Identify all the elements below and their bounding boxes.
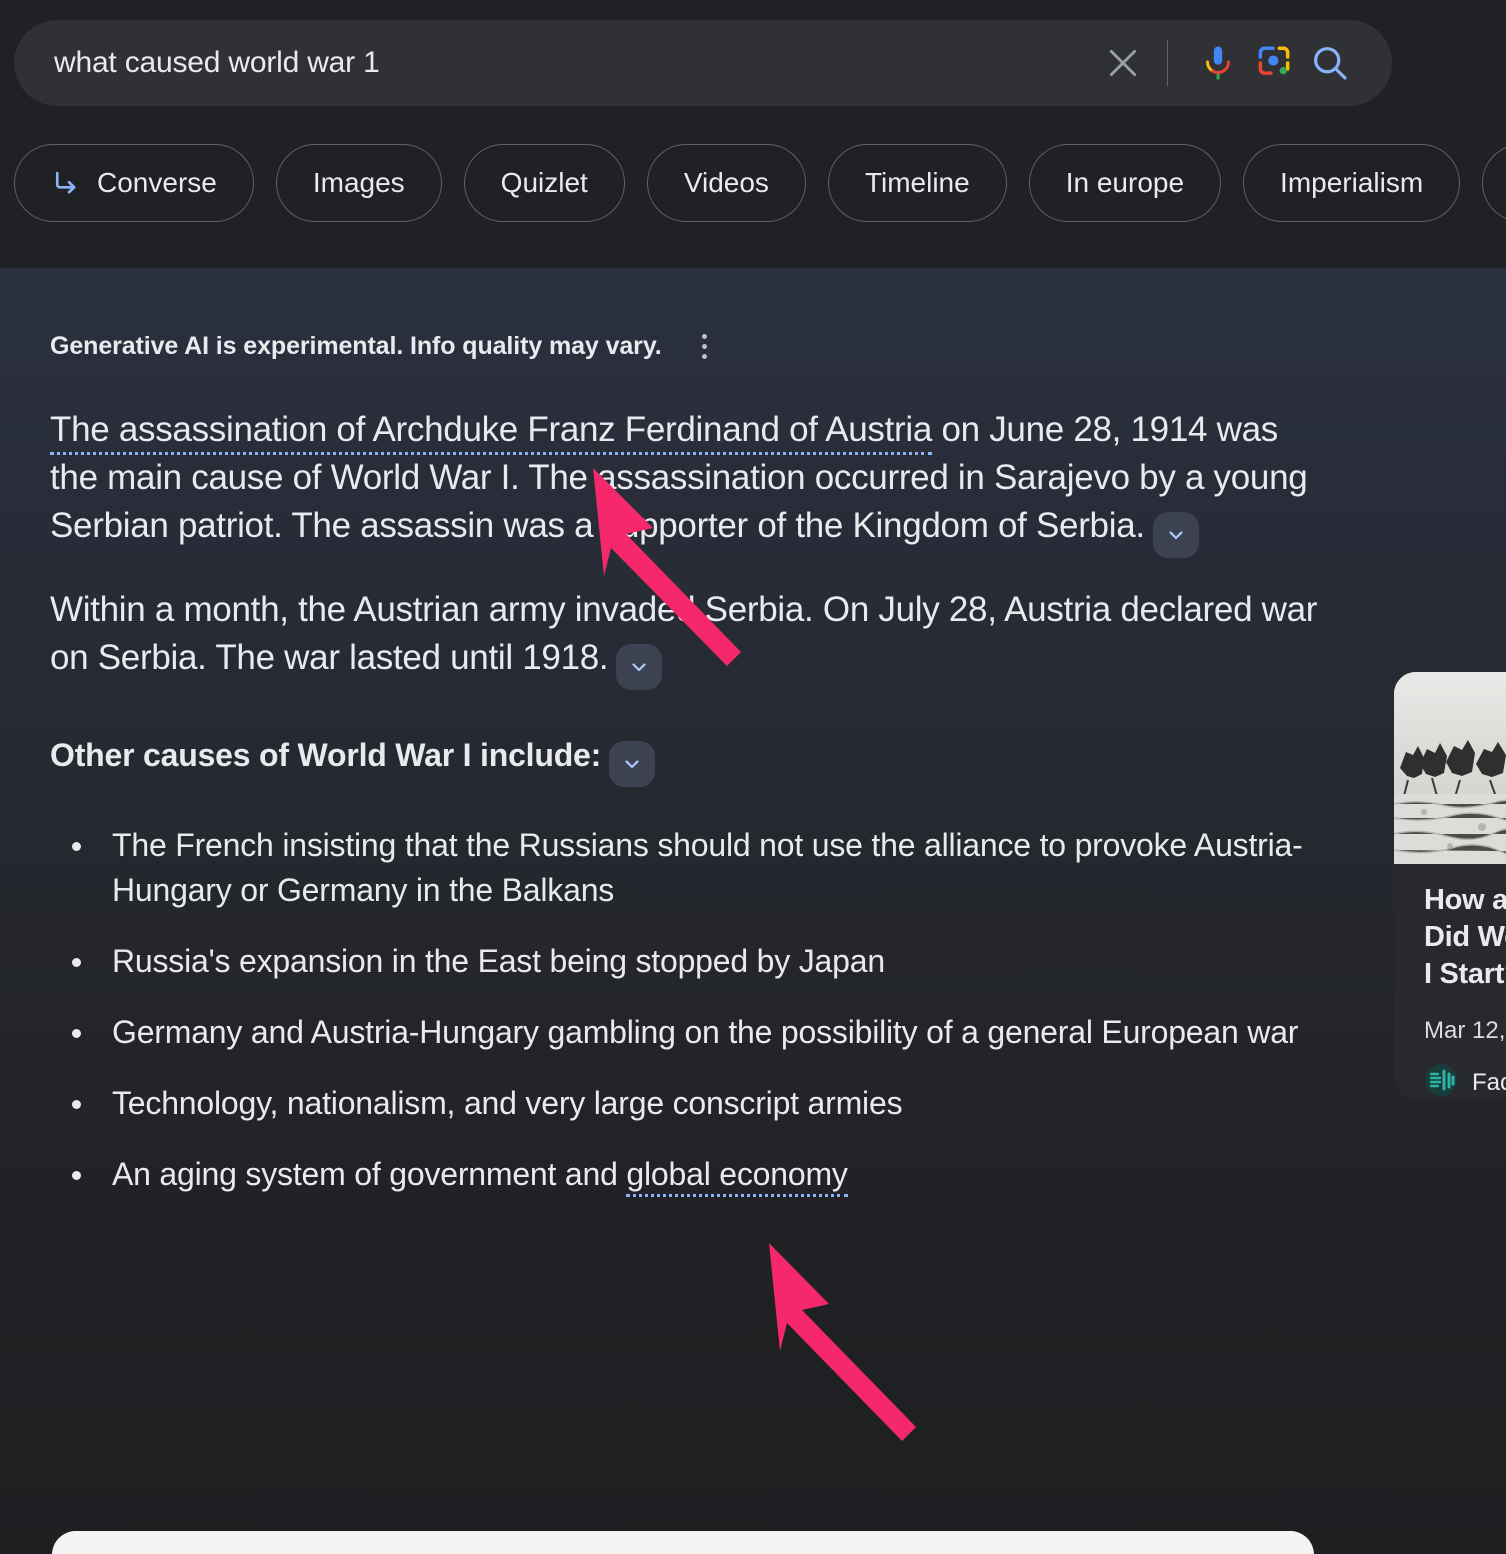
disclaimer-text: Generative AI is experimental. Info qual… bbox=[50, 332, 662, 360]
chip-imperialism[interactable]: Imperialism bbox=[1243, 144, 1461, 222]
ai-subheading: Other causes of World War I include: bbox=[50, 732, 1330, 787]
news-card-date: Mar 12, bbox=[1424, 1017, 1506, 1044]
global-economy-link[interactable]: global economy bbox=[626, 1156, 848, 1197]
ai-paragraph-2: Within a month, the Austrian army invade… bbox=[50, 586, 1330, 690]
ai-paragraph-1-link[interactable]: The assassination of Archduke Franz Ferd… bbox=[50, 410, 932, 455]
search-input[interactable] bbox=[14, 46, 1095, 80]
chip-label: In europe bbox=[1065, 167, 1185, 198]
list-item-text: Russia's expansion in the East being sto… bbox=[112, 943, 885, 979]
related-news-card[interactable]: How a Did We I Start? Mar 12, bbox=[1394, 672, 1506, 1099]
list-item: Germany and Austria-Hungary gambling on … bbox=[56, 1010, 1330, 1055]
ai-answer-body: The assassination of Archduke Franz Ferd… bbox=[50, 406, 1330, 1223]
chip-quizlet[interactable]: Quizlet bbox=[463, 144, 625, 222]
facts-logo-icon bbox=[1424, 1063, 1458, 1099]
expand-paragraph-2-button[interactable] bbox=[616, 644, 663, 690]
list-item-text: Germany and Austria-Hungary gambling on … bbox=[112, 1014, 1299, 1050]
more-options-icon[interactable] bbox=[698, 330, 711, 363]
chip-label: Images bbox=[312, 167, 405, 198]
chip-label: Converse bbox=[97, 167, 217, 198]
microphone-icon[interactable] bbox=[1190, 35, 1246, 91]
clear-icon[interactable] bbox=[1095, 35, 1151, 91]
news-title-line-1: How a bbox=[1424, 884, 1506, 916]
news-card-source: Fac bbox=[1424, 1063, 1506, 1099]
chip-label: Timeline bbox=[864, 167, 970, 198]
news-title-line-3: I Start? bbox=[1424, 958, 1506, 990]
ai-subheading-text: Other causes of World War I include: bbox=[50, 737, 602, 773]
search-bar-actions bbox=[1095, 20, 1392, 106]
search-bar[interactable] bbox=[14, 20, 1392, 106]
generative-ai-disclaimer: Generative AI is experimental. Info qual… bbox=[50, 330, 711, 363]
list-item: The French insisting that the Russians s… bbox=[56, 823, 1330, 913]
news-card-title: How a Did We I Start? bbox=[1424, 882, 1506, 993]
google-lens-icon[interactable] bbox=[1246, 35, 1302, 91]
filter-chips-row[interactable]: Converse Images Quizlet Videos Timeline … bbox=[0, 142, 1506, 224]
news-source-name: Fac bbox=[1472, 1068, 1506, 1096]
list-item-text: The French insisting that the Russians s… bbox=[112, 827, 1303, 908]
ai-paragraph-1: The assassination of Archduke Franz Ferd… bbox=[50, 406, 1330, 558]
list-item-text: An aging system of government and bbox=[112, 1156, 627, 1192]
chip-converse[interactable]: Converse bbox=[14, 144, 254, 222]
list-item-text: Technology, nationalism, and very large … bbox=[112, 1085, 903, 1121]
chip-images[interactable]: Images bbox=[275, 144, 442, 222]
chip-in-europe[interactable]: In europe bbox=[1028, 144, 1222, 222]
chip-videos[interactable]: Videos bbox=[646, 144, 806, 222]
news-thumbnail bbox=[1394, 672, 1506, 864]
google-search-results-page: Converse Images Quizlet Videos Timeline … bbox=[0, 0, 1506, 1554]
chip-timeline[interactable]: Timeline bbox=[827, 144, 1007, 222]
expand-subheading-button[interactable] bbox=[609, 741, 656, 787]
converse-arrow-icon bbox=[51, 168, 81, 198]
news-thumbnail-graphic bbox=[1394, 672, 1506, 864]
list-item: An aging system of government and global… bbox=[56, 1152, 1330, 1197]
news-title-line-2: Did We bbox=[1424, 921, 1506, 953]
chip-brainly[interactable]: Brainly bbox=[1482, 144, 1506, 222]
search-submit-icon[interactable] bbox=[1302, 35, 1358, 91]
search-header: Converse Images Quizlet Videos Timeline … bbox=[0, 0, 1506, 268]
ai-paragraph-2-text: Within a month, the Austrian army invade… bbox=[50, 590, 1318, 677]
chip-label: Videos bbox=[683, 167, 769, 198]
news-card-meta: How a Did We I Start? Mar 12, bbox=[1394, 864, 1506, 1099]
chip-label: Quizlet bbox=[500, 167, 588, 198]
ai-hero-image[interactable] bbox=[52, 1531, 1314, 1554]
list-item: Technology, nationalism, and very large … bbox=[56, 1081, 1330, 1126]
hero-photo-graphic bbox=[52, 1531, 1314, 1554]
expand-paragraph-1-button[interactable] bbox=[1152, 512, 1199, 558]
other-causes-list: The French insisting that the Russians s… bbox=[56, 823, 1330, 1197]
chip-label: Imperialism bbox=[1280, 167, 1424, 198]
ai-overview-panel: Generative AI is experimental. Info qual… bbox=[0, 268, 1506, 1554]
search-divider bbox=[1167, 40, 1168, 86]
list-item: Russia's expansion in the East being sto… bbox=[56, 939, 1330, 984]
